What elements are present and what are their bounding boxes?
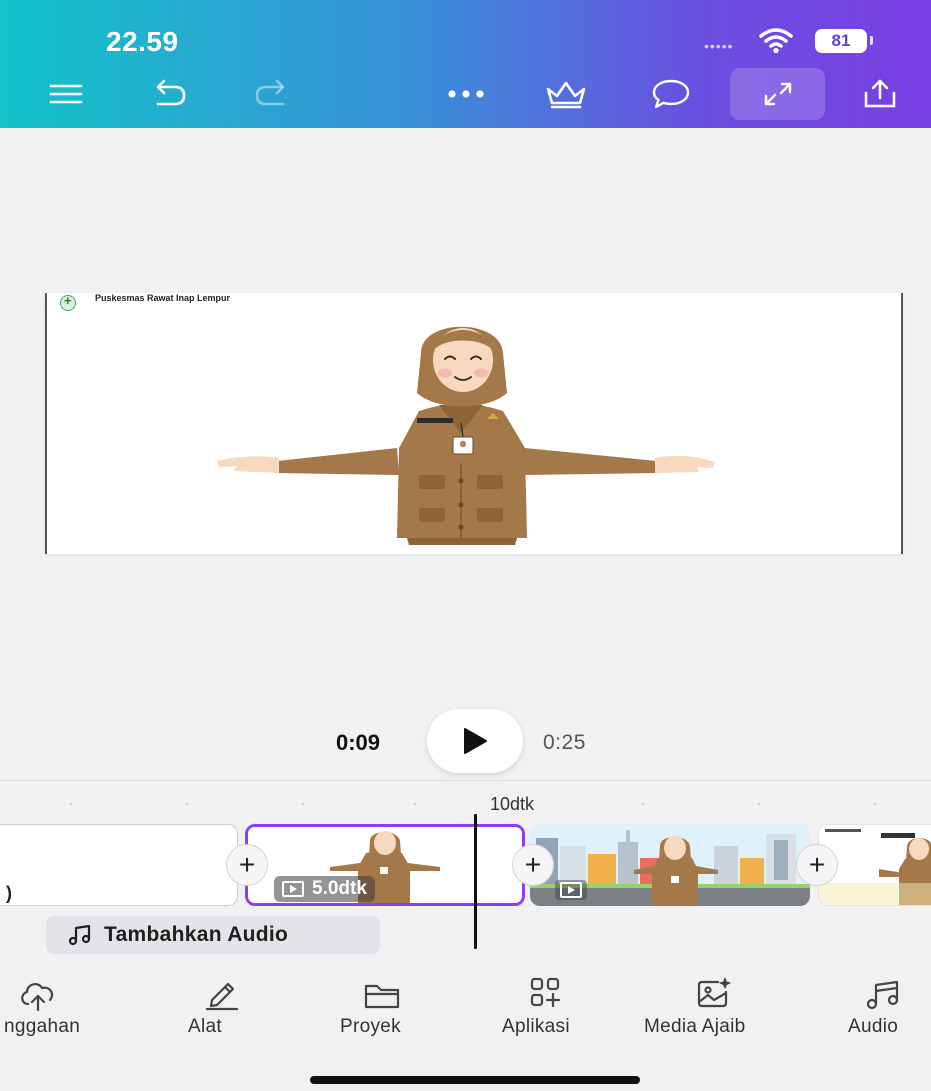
add-transition-button[interactable]: + (512, 844, 554, 886)
nav-item-apps[interactable]: Aplikasi (496, 972, 608, 1042)
ruler-tick (874, 803, 876, 805)
clip-caption-fragment: ) (6, 883, 12, 903)
nav-item-magic-media[interactable]: Media Ajaib (640, 972, 790, 1042)
presenter-illustration (217, 326, 715, 545)
more-icon[interactable] (442, 72, 490, 116)
music-icon (866, 980, 899, 1010)
redo-icon[interactable] (248, 72, 296, 116)
pen-icon (205, 982, 239, 1011)
signal-icon: ••••• (704, 38, 734, 54)
folder-icon (364, 984, 400, 1009)
clip-duration-badge: 5.0dtk (274, 876, 375, 902)
play-button[interactable] (427, 709, 523, 773)
nav-label-apps: Aplikasi (502, 1016, 570, 1037)
total-time: 0:25 (543, 731, 586, 754)
crown-icon[interactable] (542, 72, 590, 116)
nav-label-audio: Audio (848, 1016, 899, 1037)
status-time: 22.59 (106, 26, 179, 57)
wifi-icon (759, 28, 793, 54)
timeline-divider (0, 780, 931, 781)
clip-duration: 5.0dtk (312, 878, 367, 899)
timeline-clip-selected[interactable]: 5.0dtk (245, 824, 525, 906)
nav-label-uploads: nggahan (4, 1016, 81, 1037)
ruler-tick (414, 803, 416, 805)
battery-indicator: 81 (815, 29, 867, 53)
timeline-clip[interactable]: ) (0, 824, 238, 906)
ruler-tick (70, 803, 72, 805)
nav-item-tools[interactable]: Alat (172, 972, 272, 1042)
current-time: 0:09 (336, 730, 381, 755)
nav-label-magic-media: Media Ajaib (644, 1016, 746, 1037)
canva-video-editor: 22.59 ••••• 81 + Puskesmas Rawat Inap Le… (0, 0, 931, 1091)
add-transition-button[interactable]: + (796, 844, 838, 886)
music-note-icon (68, 924, 91, 946)
timeline-playhead[interactable] (474, 814, 477, 949)
video-icon (560, 882, 582, 898)
canvas-preview[interactable]: Puskesmas Rawat Inap Lempur (45, 293, 903, 554)
add-transition-button[interactable]: + (226, 844, 268, 886)
expand-button[interactable] (730, 68, 825, 120)
play-icon (464, 728, 487, 754)
video-icon (282, 881, 304, 897)
comment-icon[interactable] (647, 72, 695, 116)
add-audio-label: Tambahkan Audio (104, 923, 289, 946)
nav-label-projects: Proyek (340, 1016, 401, 1037)
cloud-upload-icon (21, 982, 54, 1012)
battery-tip (870, 36, 873, 45)
share-icon[interactable] (856, 72, 904, 116)
undo-icon[interactable] (145, 72, 193, 116)
expand-icon (764, 82, 791, 106)
nav-item-uploads[interactable]: nggahan (0, 972, 118, 1042)
magic-media-icon (697, 977, 731, 1008)
ruler-tick (186, 803, 188, 805)
ruler-label: 10dtk (490, 794, 535, 814)
app-header: 22.59 ••••• 81 (0, 0, 931, 128)
clip-video-badge (555, 880, 587, 900)
add-audio-button[interactable]: Tambahkan Audio (46, 916, 380, 954)
nav-label-tools: Alat (188, 1016, 222, 1037)
ruler-tick (642, 803, 644, 805)
apps-icon (530, 977, 561, 1008)
timeline-clip[interactable] (530, 824, 810, 906)
nav-item-projects[interactable]: Proyek (330, 972, 440, 1042)
ruler-tick (758, 803, 760, 805)
nav-item-audio[interactable]: Audio (838, 972, 931, 1042)
menu-icon[interactable] (42, 72, 90, 116)
home-indicator (310, 1076, 640, 1084)
ruler-tick (302, 803, 304, 805)
